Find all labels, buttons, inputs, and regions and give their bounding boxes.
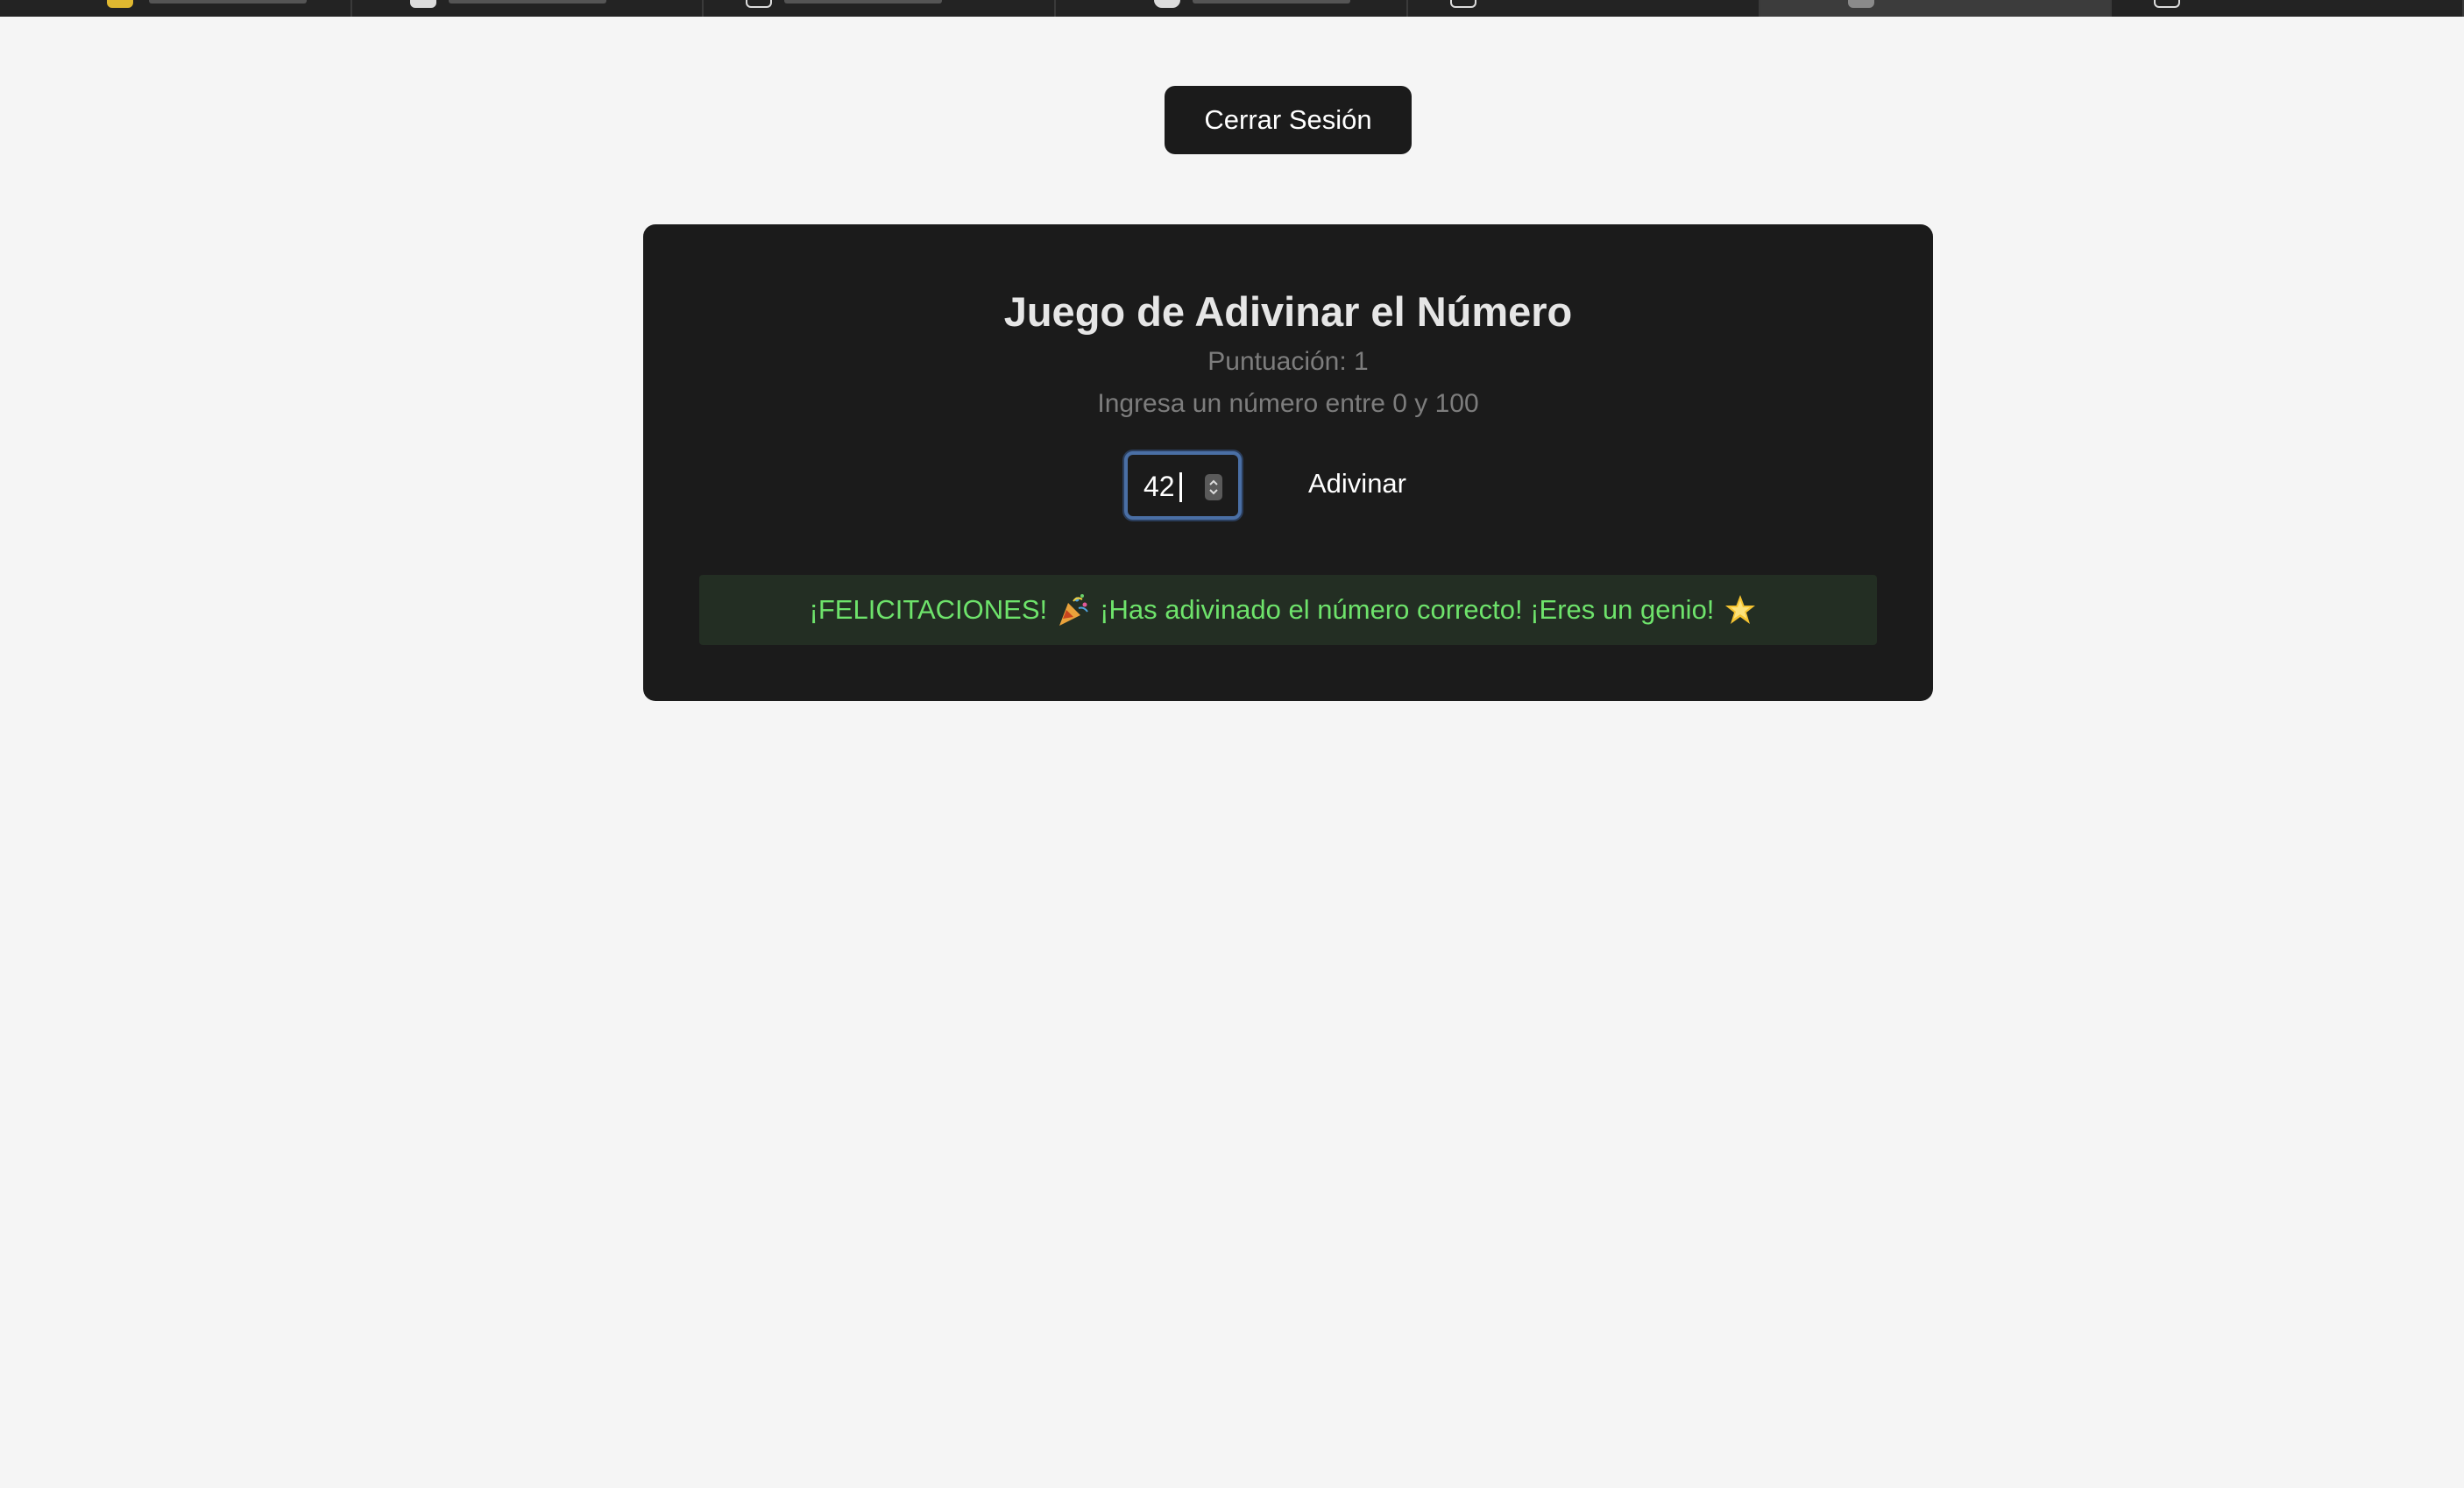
- guess-number-input[interactable]: [1143, 471, 1196, 502]
- logout-button[interactable]: Cerrar Sesión: [1165, 86, 1412, 154]
- browser-tab[interactable]: [0, 0, 352, 17]
- browser-tab[interactable]: [704, 0, 1057, 17]
- browser-tab-strip: [0, 0, 2464, 17]
- score-label: Puntuación: 1: [1207, 347, 1369, 376]
- tab-title: [149, 0, 307, 4]
- tab-title: [448, 0, 606, 4]
- page: Cerrar Sesión Juego de Adivinar el Númer…: [0, 0, 2464, 1488]
- text-caret: [1179, 472, 1182, 502]
- browser-tab[interactable]: [1056, 0, 1408, 17]
- tab-favicon-icon: [2154, 0, 2181, 8]
- browser-tab[interactable]: [2112, 0, 2464, 17]
- page-title: Juego de Adivinar el Número: [1003, 288, 1573, 335]
- tab-title: [1193, 0, 1351, 4]
- tab-favicon-icon: [107, 0, 133, 8]
- tab-favicon-icon: [1847, 0, 1874, 8]
- guess-button[interactable]: Adivinar: [1292, 457, 1423, 510]
- number-stepper[interactable]: [1205, 474, 1222, 500]
- tab-favicon-icon: [1449, 0, 1476, 8]
- browser-tab-active[interactable]: [1759, 0, 2113, 17]
- instructions-text: Ingresa un número entre 0 y 100: [1097, 389, 1479, 418]
- browser-tab[interactable]: [1408, 0, 1760, 17]
- tab-title: [784, 0, 943, 4]
- result-congrats-text: ¡FELICITACIONES!: [809, 594, 1048, 625]
- browser-tab[interactable]: [352, 0, 705, 17]
- party-popper-icon: [1059, 594, 1088, 626]
- glowing-star-icon: [1725, 595, 1756, 624]
- game-card: Juego de Adivinar el Número Puntuación: …: [643, 224, 1933, 701]
- number-input-field[interactable]: [1124, 451, 1242, 520]
- stepper-arrows-icon: [1209, 479, 1218, 495]
- tab-favicon-icon: [746, 0, 773, 8]
- tab-favicon-icon: [1154, 0, 1181, 8]
- tab-favicon-icon: [409, 0, 436, 8]
- result-success-text: ¡Has adivinado el número correcto! ¡Eres…: [1100, 594, 1715, 625]
- result-message: ¡FELICITACIONES! ¡Has adivinado el númer…: [699, 575, 1877, 645]
